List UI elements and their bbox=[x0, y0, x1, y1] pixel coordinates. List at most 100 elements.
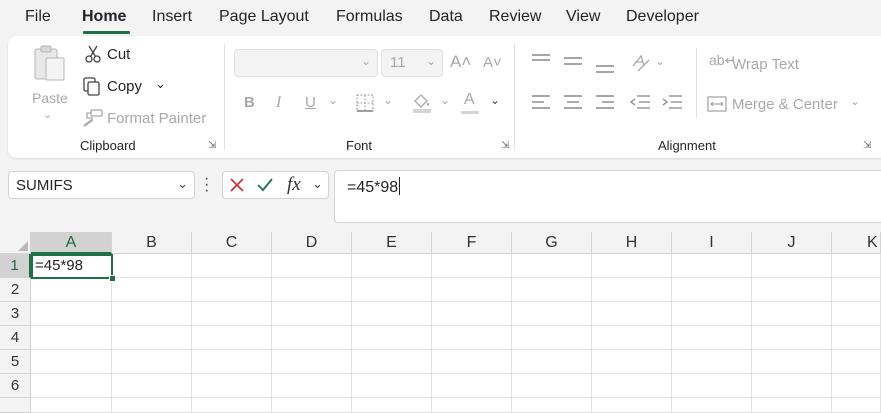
column-header[interactable]: J bbox=[752, 232, 832, 254]
menu-review[interactable]: Review bbox=[489, 8, 541, 26]
menu-home[interactable]: Home bbox=[82, 8, 126, 26]
merge-center-button[interactable]: Merge & Center bbox=[732, 96, 838, 113]
grid-cell[interactable] bbox=[752, 398, 832, 413]
grid-cell[interactable] bbox=[112, 278, 192, 302]
grid-cell[interactable] bbox=[432, 254, 512, 278]
column-header[interactable]: F bbox=[432, 232, 512, 254]
grid-cell[interactable] bbox=[112, 398, 192, 413]
grid-cell[interactable] bbox=[112, 350, 192, 374]
grid-cell[interactable] bbox=[832, 326, 881, 350]
grid-cell[interactable] bbox=[752, 254, 832, 278]
menu-page-layout[interactable]: Page Layout bbox=[219, 8, 309, 26]
bold-button[interactable]: B bbox=[244, 94, 255, 111]
grid-cell[interactable] bbox=[352, 302, 432, 326]
grid-cell[interactable] bbox=[272, 350, 352, 374]
cancel-icon[interactable] bbox=[229, 177, 245, 193]
grid-cell[interactable] bbox=[512, 254, 592, 278]
orientation-icon[interactable] bbox=[630, 52, 652, 74]
grid-cell[interactable] bbox=[192, 374, 272, 398]
grid-cell[interactable] bbox=[672, 326, 752, 350]
grid-cell[interactable] bbox=[432, 278, 512, 302]
grid-cell[interactable] bbox=[512, 398, 592, 413]
grid-cell[interactable] bbox=[752, 302, 832, 326]
column-header[interactable]: A bbox=[31, 232, 112, 254]
grid-cell[interactable] bbox=[112, 254, 192, 278]
column-header[interactable]: G bbox=[512, 232, 592, 254]
increase-font-size-icon[interactable]: A˄ bbox=[450, 52, 471, 72]
grid-cell[interactable] bbox=[352, 326, 432, 350]
grid-cell[interactable] bbox=[592, 374, 672, 398]
grid-cell[interactable] bbox=[512, 278, 592, 302]
cut-button[interactable]: Cut bbox=[107, 46, 130, 63]
orientation-dropdown-chevron[interactable]: ⌄ bbox=[655, 54, 665, 68]
font-color-dropdown-chevron[interactable]: ⌄ bbox=[490, 93, 500, 107]
menu-view[interactable]: View bbox=[566, 8, 600, 26]
grid-cell[interactable] bbox=[272, 254, 352, 278]
grid-cell[interactable] bbox=[192, 278, 272, 302]
more-options-icon[interactable]: · · · bbox=[204, 171, 209, 199]
column-header[interactable]: C bbox=[192, 232, 272, 254]
grid-cell[interactable] bbox=[752, 350, 832, 374]
grid-cell[interactable] bbox=[752, 278, 832, 302]
grid-cell[interactable] bbox=[31, 278, 112, 302]
active-cell-a1[interactable]: =45*98 bbox=[31, 254, 113, 279]
grid-cell[interactable] bbox=[592, 254, 672, 278]
column-header[interactable]: D bbox=[272, 232, 352, 254]
grid-cell[interactable] bbox=[752, 326, 832, 350]
grid-cell[interactable] bbox=[512, 326, 592, 350]
menu-formulas[interactable]: Formulas bbox=[336, 8, 403, 26]
grid-cell[interactable] bbox=[272, 374, 352, 398]
fill-handle[interactable] bbox=[109, 275, 116, 282]
grid-cell[interactable] bbox=[832, 302, 881, 326]
font-size-dropdown[interactable]: 11 ⌄ bbox=[381, 49, 443, 77]
grid-cell[interactable] bbox=[752, 374, 832, 398]
grid-cell[interactable] bbox=[832, 374, 881, 398]
grid-cell[interactable] bbox=[832, 278, 881, 302]
grid-cell[interactable] bbox=[31, 398, 112, 413]
align-right-icon[interactable] bbox=[595, 94, 615, 110]
paste-icon[interactable] bbox=[32, 44, 68, 82]
row-header[interactable] bbox=[0, 398, 31, 413]
grid-cell[interactable] bbox=[352, 374, 432, 398]
menu-data[interactable]: Data bbox=[429, 8, 463, 26]
fill-color-icon[interactable] bbox=[411, 92, 433, 114]
grid-cell[interactable] bbox=[272, 326, 352, 350]
grid-cell[interactable] bbox=[832, 350, 881, 374]
chevron-down-icon[interactable]: ⌄ bbox=[312, 176, 323, 192]
grid-cell[interactable] bbox=[512, 374, 592, 398]
row-header[interactable]: 6 bbox=[0, 374, 31, 398]
fill-color-dropdown-chevron[interactable]: ⌄ bbox=[440, 93, 450, 107]
alignment-launcher-icon[interactable]: ⇲ bbox=[863, 140, 872, 151]
grid-cell[interactable] bbox=[192, 302, 272, 326]
row-header[interactable]: 2 bbox=[0, 278, 31, 302]
underline-button[interactable]: U bbox=[305, 94, 316, 111]
grid-cell[interactable] bbox=[592, 350, 672, 374]
grid-cell[interactable] bbox=[192, 326, 272, 350]
copy-button[interactable]: Copy bbox=[107, 78, 142, 95]
grid-cell[interactable] bbox=[592, 326, 672, 350]
format-painter-button[interactable]: Format Painter bbox=[107, 110, 206, 127]
grid-cell[interactable] bbox=[352, 278, 432, 302]
grid-cell[interactable] bbox=[672, 398, 752, 413]
grid-cell[interactable] bbox=[592, 278, 672, 302]
wrap-text-button[interactable]: Wrap Text bbox=[732, 56, 799, 73]
grid-cell[interactable] bbox=[672, 278, 752, 302]
grid-cell[interactable] bbox=[592, 302, 672, 326]
grid-cell[interactable] bbox=[31, 302, 112, 326]
menu-developer[interactable]: Developer bbox=[626, 8, 699, 26]
grid-cell[interactable] bbox=[832, 254, 881, 278]
copy-dropdown-chevron[interactable]: ⌄ bbox=[155, 76, 166, 92]
column-header[interactable]: K bbox=[832, 232, 881, 254]
grid-cell[interactable] bbox=[272, 302, 352, 326]
grid-cell[interactable] bbox=[512, 350, 592, 374]
grid-cell[interactable] bbox=[672, 254, 752, 278]
paste-dropdown-chevron[interactable]: ⌄ bbox=[43, 108, 52, 121]
formula-input[interactable]: =45*98 bbox=[334, 170, 881, 223]
column-header[interactable]: H bbox=[592, 232, 672, 254]
row-header[interactable]: 3 bbox=[0, 302, 31, 326]
grid-cell[interactable] bbox=[432, 302, 512, 326]
grid-cell[interactable] bbox=[31, 374, 112, 398]
grid-cell[interactable] bbox=[272, 278, 352, 302]
row-header[interactable]: 4 bbox=[0, 326, 31, 350]
align-center-icon[interactable] bbox=[563, 94, 583, 110]
